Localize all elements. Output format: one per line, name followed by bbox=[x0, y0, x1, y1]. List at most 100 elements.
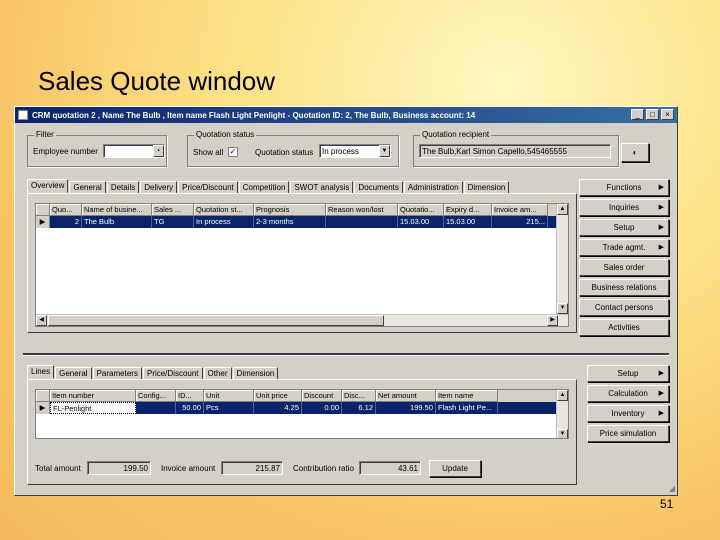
tab-administration[interactable]: Administration bbox=[403, 181, 463, 193]
tab-other[interactable]: Other bbox=[203, 367, 232, 379]
column-header[interactable]: Quo... bbox=[50, 204, 82, 216]
splitter[interactable] bbox=[23, 353, 669, 356]
lookup-icon[interactable]: ▪ bbox=[153, 145, 164, 157]
tab-documents[interactable]: Documents bbox=[354, 181, 403, 193]
chevron-right-icon: ▶ bbox=[658, 410, 664, 417]
scroll-up-icon[interactable]: ▲ bbox=[557, 204, 568, 215]
tab-details[interactable]: Details bbox=[106, 181, 140, 193]
scroll-down-icon[interactable]: ▼ bbox=[557, 303, 568, 314]
column-header[interactable]: ID... bbox=[176, 390, 204, 402]
chevron-down-icon[interactable]: ▼ bbox=[379, 145, 390, 157]
activities-button[interactable]: Activities bbox=[579, 319, 669, 336]
bottom-tab-strip: Lines General Parameters Price/Discount … bbox=[27, 365, 279, 379]
column-header[interactable]: Reason won/lost bbox=[326, 204, 398, 216]
tab-dimension[interactable]: Dimension bbox=[463, 181, 510, 193]
tab-dimension[interactable]: Dimension bbox=[232, 367, 279, 379]
row-selector-icon[interactable]: ▶ bbox=[36, 402, 50, 414]
scroll-right-icon[interactable]: ▶ bbox=[547, 315, 558, 326]
quotation-recipient-caption: Quotation recipient bbox=[420, 130, 492, 139]
inquiries-button[interactable]: Inquiries ▶ bbox=[579, 199, 669, 216]
trade-agreement-button[interactable]: Trade agmt. ▶ bbox=[579, 239, 669, 256]
close-button[interactable]: × bbox=[661, 109, 674, 120]
tab-overview[interactable]: Overview bbox=[27, 179, 69, 193]
quotation-status-caption: Quotation status bbox=[194, 130, 257, 139]
window-title: CRM quotation 2 , Name The Bulb , Item n… bbox=[32, 110, 476, 120]
item-number-cell[interactable]: FL-Penlight bbox=[50, 402, 136, 414]
minimize-button[interactable]: _ bbox=[631, 109, 644, 120]
column-header[interactable]: Unit price bbox=[254, 390, 302, 402]
column-header[interactable]: Quotatio... bbox=[398, 204, 444, 216]
calculation-button[interactable]: Calculation ▶ bbox=[587, 385, 669, 402]
column-header[interactable]: Sales ... bbox=[152, 204, 194, 216]
column-header[interactable]: Quotation st... bbox=[194, 204, 254, 216]
scroll-up-icon[interactable]: ▲ bbox=[557, 390, 568, 401]
table-row[interactable]: ▶ FL-Penlight 50.00 Pcs 4.25 0.00 6.12 1… bbox=[36, 402, 568, 414]
lines-grid[interactable]: Item number Config... ID... Unit Unit pr… bbox=[35, 389, 569, 439]
horizontal-scrollbar[interactable]: ◀ ▶ bbox=[36, 314, 568, 326]
tab-delivery[interactable]: Delivery bbox=[140, 181, 178, 193]
page-number: 51 bbox=[660, 497, 674, 511]
slide-title: Sales Quote window bbox=[38, 66, 276, 96]
tab-general[interactable]: General bbox=[55, 367, 92, 379]
tab-price-discount[interactable]: Price/Discount bbox=[142, 367, 203, 379]
chevron-right-icon: ▶ bbox=[658, 390, 664, 397]
column-header[interactable]: Item name bbox=[436, 390, 498, 402]
window-titlebar[interactable]: CRM quotation 2 , Name The Bulb , Item n… bbox=[15, 107, 677, 123]
tab-lines[interactable]: Lines bbox=[27, 365, 55, 379]
employee-number-label: Employee number bbox=[33, 147, 98, 156]
row-selector-icon[interactable]: ▶ bbox=[36, 216, 50, 228]
total-amount-label: Total amount bbox=[35, 464, 81, 473]
column-header[interactable]: Expiry d... bbox=[444, 204, 492, 216]
table-row[interactable]: ▶ 2 The Bulb TG In process 2-3 months 15… bbox=[36, 216, 568, 228]
tab-parameters[interactable]: Parameters bbox=[92, 367, 142, 379]
employee-number-field[interactable]: ▪ bbox=[103, 144, 165, 158]
setup-button[interactable]: Setup ▶ bbox=[579, 219, 669, 236]
vertical-scrollbar[interactable]: ▲ ▼ bbox=[556, 390, 568, 438]
column-header[interactable]: Item number bbox=[50, 390, 136, 402]
lines-grid-header: Item number Config... ID... Unit Unit pr… bbox=[36, 390, 568, 402]
sales-order-button[interactable]: Sales order bbox=[579, 259, 669, 276]
tab-price-discount[interactable]: Price/Discount bbox=[178, 181, 238, 193]
scroll-down-icon[interactable]: ▼ bbox=[557, 429, 568, 438]
column-header[interactable]: Net amount bbox=[376, 390, 436, 402]
column-header[interactable]: Disc... bbox=[342, 390, 376, 402]
maximize-button[interactable]: □ bbox=[646, 109, 659, 120]
total-amount-field: 199.50 bbox=[87, 461, 151, 475]
price-simulation-button[interactable]: Price simulation bbox=[587, 425, 669, 442]
resize-grip-icon[interactable]: ◢ bbox=[669, 484, 675, 493]
recipient-lookup-button[interactable]: ◐ bbox=[621, 143, 649, 162]
lines-setup-button[interactable]: Setup ▶ bbox=[587, 365, 669, 382]
column-header[interactable]: Name of busine... bbox=[82, 204, 152, 216]
globe-icon: ◐ bbox=[632, 148, 638, 157]
column-header[interactable]: Unit bbox=[204, 390, 254, 402]
column-header[interactable]: Prognosis bbox=[254, 204, 326, 216]
chevron-right-icon: ▶ bbox=[658, 204, 664, 211]
quotation-grid[interactable]: Quo... Name of busine... Sales ... Quota… bbox=[35, 203, 569, 327]
app-icon bbox=[18, 110, 28, 120]
quotation-recipient-field: The Bulb,Karl Simon Capello,545465555 bbox=[419, 144, 611, 158]
chevron-right-icon: ▶ bbox=[658, 370, 664, 377]
tab-general[interactable]: General bbox=[69, 181, 106, 193]
quotation-grid-header: Quo... Name of busine... Sales ... Quota… bbox=[36, 204, 568, 216]
scroll-left-icon[interactable]: ◀ bbox=[36, 315, 47, 326]
show-all-checkbox[interactable]: ✓ bbox=[228, 147, 238, 157]
business-relations-button[interactable]: Business relations bbox=[579, 279, 669, 296]
chevron-right-icon: ▶ bbox=[658, 244, 664, 251]
vertical-scrollbar[interactable]: ▲ ▼ bbox=[556, 204, 568, 314]
tab-swot-analysis[interactable]: SWOT analysis bbox=[290, 181, 354, 193]
contribution-ratio-field: 43.61 bbox=[359, 461, 421, 475]
column-header[interactable]: Discount bbox=[302, 390, 342, 402]
invoice-amount-field: 215.87 bbox=[221, 461, 283, 475]
functions-button[interactable]: Functions ▶ bbox=[579, 179, 669, 196]
column-header[interactable]: Invoice am... bbox=[492, 204, 548, 216]
column-header[interactable]: Config... bbox=[136, 390, 176, 402]
contact-persons-button[interactable]: Contact persons bbox=[579, 299, 669, 316]
tab-competition[interactable]: Competition bbox=[238, 181, 290, 193]
update-button[interactable]: Update bbox=[429, 460, 481, 477]
filter-caption: Filter bbox=[34, 130, 56, 139]
scroll-thumb[interactable] bbox=[48, 315, 384, 326]
quotation-status-select[interactable]: In process ▼ bbox=[319, 144, 391, 158]
chevron-right-icon: ▶ bbox=[658, 184, 664, 191]
inventory-button[interactable]: Inventory ▶ bbox=[587, 405, 669, 422]
contribution-ratio-label: Contribution ratio bbox=[293, 464, 354, 473]
